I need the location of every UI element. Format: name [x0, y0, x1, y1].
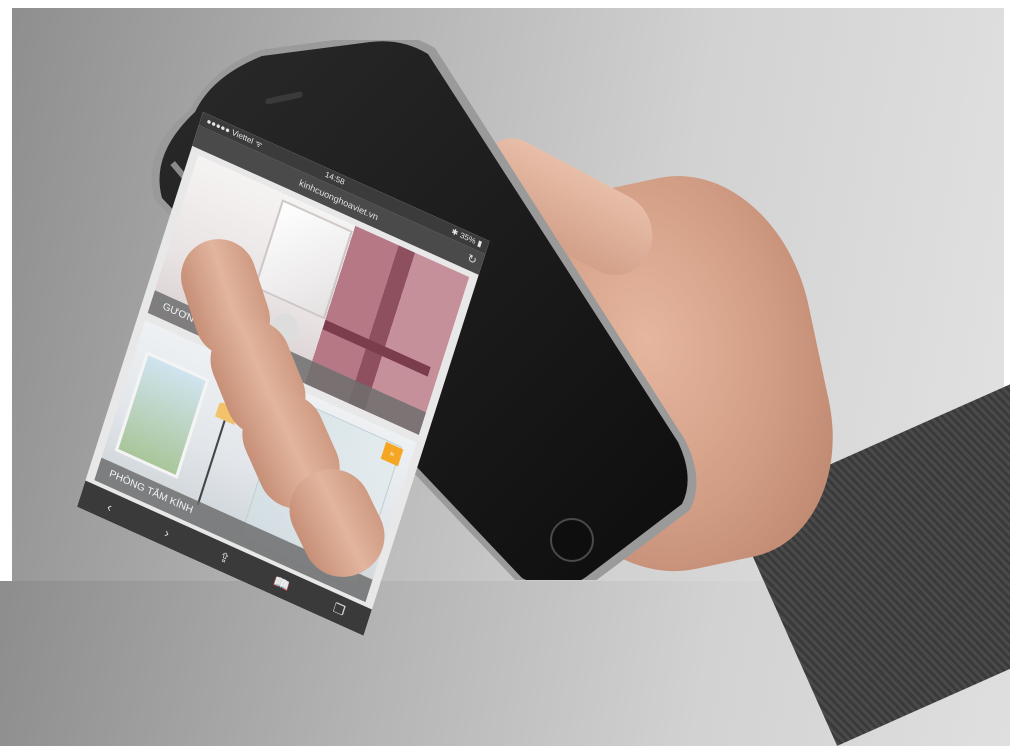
window-shape	[114, 350, 210, 479]
home-button[interactable]	[550, 518, 594, 562]
shelf-shape	[322, 319, 431, 377]
tabs-icon[interactable]: ❐	[324, 597, 354, 623]
mirror-shape	[253, 199, 353, 320]
bookmarks-icon[interactable]: 📖	[267, 571, 297, 597]
frame-left-border	[0, 0, 12, 581]
back-icon[interactable]: ‹	[95, 494, 124, 519]
scene: ●●●●● Viettel ᯤ 14:58 ✱ 35% ▮ kinhcuongh…	[0, 0, 1010, 746]
lamp-pole	[196, 420, 226, 506]
frame-top-border	[0, 0, 1010, 8]
share-icon[interactable]: ⇪	[210, 545, 240, 571]
forward-icon[interactable]: ›	[152, 520, 181, 545]
reload-icon[interactable]: ↻	[464, 248, 479, 273]
